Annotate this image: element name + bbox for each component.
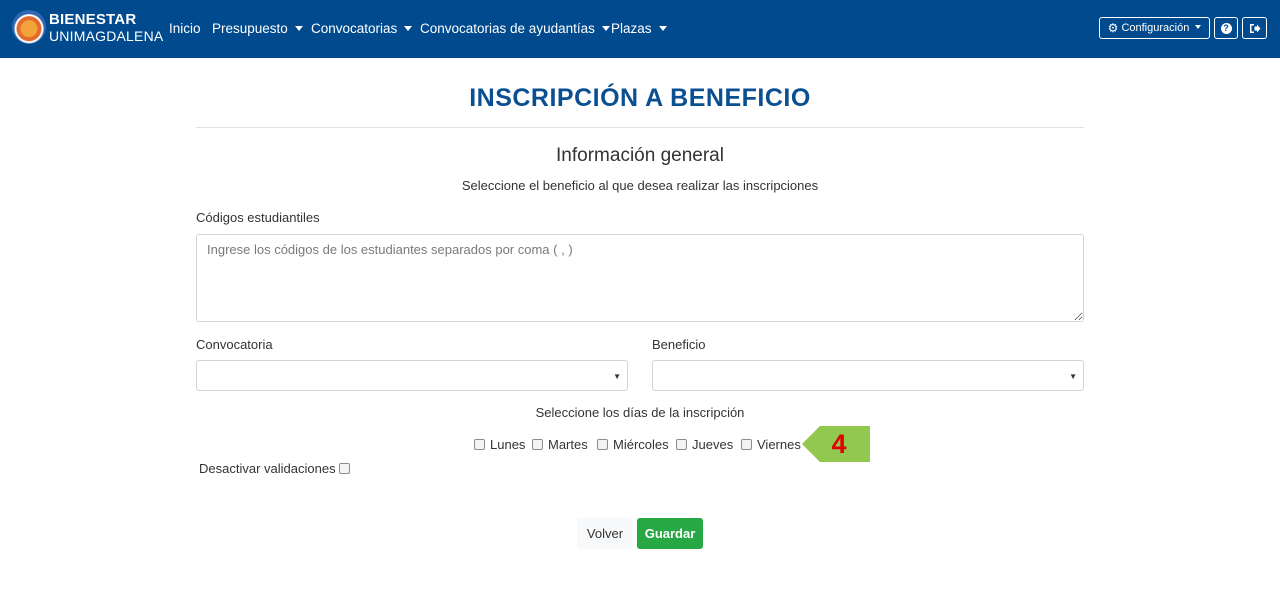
lunes-checkbox[interactable] <box>474 439 485 450</box>
jueves-label: Jueves <box>692 437 734 452</box>
nav-convocatorias-dropdown[interactable]: Convocatorias <box>311 21 412 36</box>
nav-convocatorias-ayudantias-dropdown[interactable]: Convocatorias de ayudantías <box>420 21 610 36</box>
help-button[interactable]: ? <box>1214 17 1238 39</box>
nav-inicio[interactable]: Inicio <box>169 21 201 36</box>
miercoles-checkbox[interactable] <box>597 439 608 450</box>
viernes-label: Viernes <box>757 437 801 452</box>
config-dropdown-button[interactable]: ⚙ Configuración <box>1099 17 1210 39</box>
day-option-jueves[interactable]: Jueves <box>676 437 733 452</box>
dropdown-arrow-icon: ▼ <box>1069 372 1077 381</box>
martes-checkbox[interactable] <box>532 439 543 450</box>
nav-convocatorias-label: Convocatorias <box>311 21 398 36</box>
nav-convocatorias-ayudantias-label: Convocatorias de ayudantías <box>420 21 595 36</box>
university-seal-icon <box>12 10 46 44</box>
nav-presupuesto-label: Presupuesto <box>212 21 288 36</box>
miercoles-label: Miércoles <box>613 437 669 452</box>
martes-label: Martes <box>548 437 588 452</box>
top-navbar: BIENESTAR UNIMAGDALENA Inicio Presupuest… <box>0 0 1280 58</box>
sign-out-icon <box>1249 23 1260 33</box>
lunes-label: Lunes <box>490 437 526 452</box>
title-divider <box>196 127 1084 128</box>
brand-title: BIENESTAR <box>49 11 137 28</box>
page-title: INSCRIPCIÓN A BENEFICIO <box>469 84 811 112</box>
beneficio-select[interactable]: ▼ <box>652 360 1084 391</box>
gear-icon: ⚙ <box>1107 21 1119 35</box>
jueves-checkbox[interactable] <box>676 439 687 450</box>
day-option-lunes[interactable]: Lunes <box>474 437 525 452</box>
chevron-down-icon <box>1189 22 1201 34</box>
logout-button[interactable] <box>1242 17 1267 39</box>
disable-validations-checkbox[interactable] <box>338 463 350 474</box>
question-circle-icon: ? <box>1220 22 1232 34</box>
viernes-checkbox[interactable] <box>741 439 752 450</box>
dropdown-arrow-icon: ▼ <box>613 372 621 381</box>
convocatoria-select[interactable]: ▼ <box>196 360 628 391</box>
nav-plazas-dropdown[interactable]: Plazas <box>611 21 667 36</box>
section-title: Información general <box>556 145 724 166</box>
brand-subtitle: UNIMAGDALENA <box>49 28 164 44</box>
back-button[interactable]: Volver <box>577 518 633 549</box>
beneficio-label: Beneficio <box>652 337 706 352</box>
step-number: 4 <box>831 429 847 459</box>
section-subtitle: Seleccione el beneficio al que desea rea… <box>461 178 819 193</box>
day-option-miercoles[interactable]: Miércoles <box>597 437 669 452</box>
save-button[interactable]: Guardar <box>637 518 703 549</box>
disable-validations-option[interactable]: Desactivar validaciones <box>199 461 355 476</box>
nav-plazas-label: Plazas <box>611 21 652 36</box>
disable-validations-label: Desactivar validaciones <box>199 461 336 476</box>
nav-presupuesto-dropdown[interactable]: Presupuesto <box>212 21 303 36</box>
days-title: Seleccione los días de la inscripción <box>535 405 745 420</box>
day-option-viernes[interactable]: Viernes <box>741 437 801 452</box>
config-label: Configuración <box>1121 22 1190 34</box>
codes-label: Códigos estudiantiles <box>196 210 320 225</box>
student-codes-textarea[interactable] <box>196 234 1084 322</box>
day-option-martes[interactable]: Martes <box>532 437 588 452</box>
convocatoria-label: Convocatoria <box>196 337 273 352</box>
